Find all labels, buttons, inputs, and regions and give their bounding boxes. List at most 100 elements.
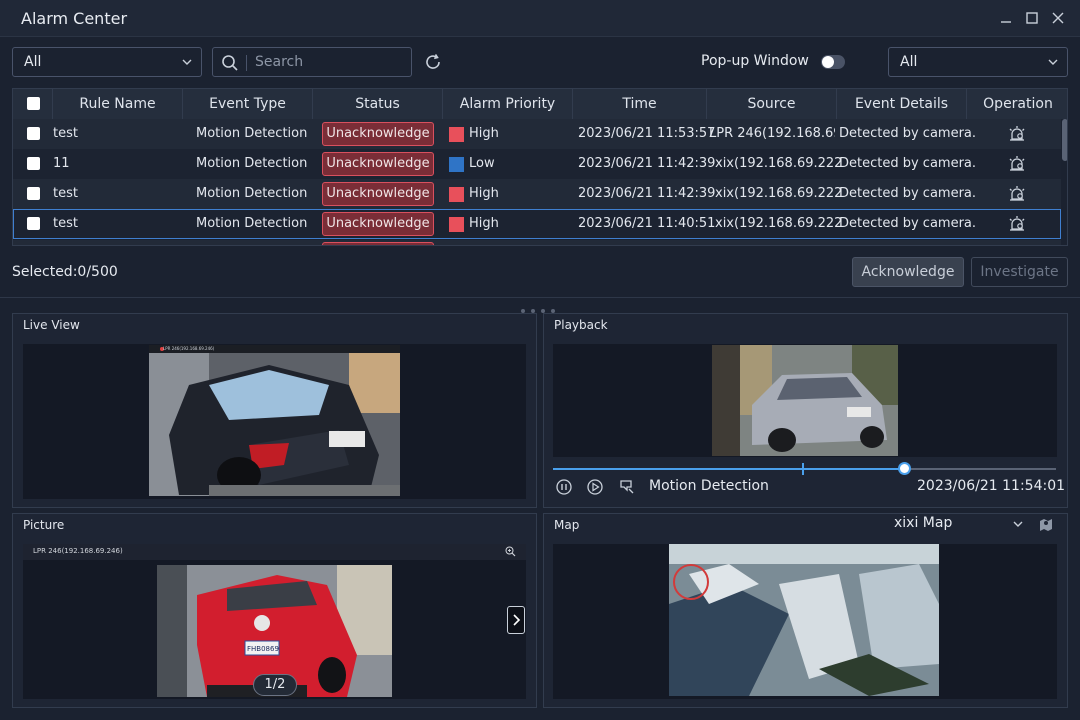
col-alarm-priority[interactable]: Alarm Priority — [443, 89, 573, 119]
filter-select-left-value: All — [24, 54, 42, 70]
maximize-button[interactable] — [1022, 8, 1042, 28]
playback-video[interactable] — [553, 344, 1057, 457]
cell-rule-name: test — [53, 186, 78, 201]
row-checkbox[interactable] — [27, 157, 40, 170]
timeline-event-marker — [802, 463, 804, 475]
map-viewer[interactable] — [553, 544, 1057, 699]
filter-select-right[interactable]: All — [888, 47, 1068, 77]
cell-source: xix(192.168.69.222) — [715, 216, 841, 231]
section-divider — [0, 297, 1080, 298]
status-badge: Unacknowledge — [322, 182, 434, 206]
table-row[interactable]: 11 Motion Detection Unacknowledge Low 20… — [13, 149, 1061, 179]
cell-priority: Low — [469, 156, 495, 171]
col-operation: Operation — [983, 96, 1053, 112]
search-box[interactable] — [212, 47, 412, 77]
playback-timeline[interactable] — [553, 462, 1056, 475]
playback-timestamp: 2023/06/21 11:54:01 — [917, 478, 1066, 494]
toolbar: All Pop-up Window All — [0, 37, 1080, 87]
status-badge: Unacknowledge — [322, 212, 434, 236]
acknowledge-button[interactable]: Acknowledge — [852, 257, 964, 287]
table-header: Rule Name Event Type Status Alarm Priori… — [13, 89, 1067, 119]
table-row-partial — [13, 240, 1061, 245]
popup-window-label: Pop-up Window — [701, 53, 809, 69]
col-time[interactable]: Time — [573, 89, 707, 119]
picture-camera-label: LPR 246(192.168.69.246) — [33, 547, 123, 555]
cell-priority: High — [469, 186, 499, 201]
picture-title: Picture — [23, 518, 65, 532]
live-car-image — [149, 345, 400, 496]
row-checkbox[interactable] — [27, 217, 40, 230]
pause-icon[interactable] — [555, 478, 573, 496]
priority-color-swatch — [449, 157, 464, 172]
investigate-button[interactable]: Investigate — [971, 257, 1068, 287]
playback-car-image — [712, 345, 898, 456]
table-scrollbar[interactable] — [1062, 119, 1067, 161]
col-rule-name[interactable]: Rule Name — [53, 89, 183, 119]
timeline-progress — [553, 468, 904, 470]
cell-event-details: Detected by camera. — [839, 186, 977, 201]
header-select-all-cell — [13, 89, 53, 119]
alarm-table: Rule Name Event Type Status Alarm Priori… — [12, 88, 1068, 246]
minimize-icon — [1001, 21, 1011, 23]
search-input[interactable] — [255, 52, 405, 72]
bookmark-icon[interactable] — [618, 478, 636, 496]
popup-window-toggle[interactable] — [821, 55, 845, 69]
map-title: Map — [554, 518, 580, 532]
chevron-down-icon[interactable] — [1012, 518, 1024, 530]
filter-select-left[interactable]: All — [12, 47, 202, 77]
picture-panel: Picture LPR 246(192.168.69.246) FHB0869 … — [12, 513, 537, 708]
play-icon[interactable] — [586, 478, 604, 496]
close-icon — [1052, 12, 1064, 24]
cell-event-type: Motion Detection — [196, 216, 308, 231]
priority-color-swatch — [449, 187, 464, 202]
map-location-icon[interactable] — [1038, 516, 1054, 532]
cell-rule-name: test — [53, 126, 78, 141]
picture-plate-text: FHB0869 — [247, 645, 279, 653]
zoom-in-icon[interactable] — [505, 546, 516, 557]
cell-source: xix(192.168.69.222) — [715, 186, 841, 201]
map-select-value[interactable]: xixi Map — [894, 515, 952, 531]
col-event-type[interactable]: Event Type — [183, 89, 313, 119]
cell-priority: High — [469, 216, 499, 231]
cell-event-type: Motion Detection — [196, 156, 308, 171]
filter-select-right-value: All — [900, 54, 918, 70]
status-badge: Unacknowledge — [322, 122, 434, 146]
live-view-title: Live View — [23, 318, 80, 332]
table-row[interactable]: test Motion Detection Unacknowledge High… — [13, 119, 1061, 149]
cell-priority: High — [469, 126, 499, 141]
next-picture-button[interactable] — [507, 606, 525, 634]
cell-time: 2023/06/21 11:42:39 — [578, 186, 716, 201]
select-all-checkbox[interactable] — [27, 97, 40, 110]
minimize-button[interactable] — [996, 8, 1016, 28]
cell-event-details: Detected by camera. — [839, 216, 977, 231]
alarm-handle-icon[interactable] — [1007, 125, 1027, 143]
live-view-video[interactable]: LPR 246(192.168.69.246) — [23, 344, 526, 499]
timeline-scrubber[interactable] — [898, 462, 911, 475]
alarm-handle-icon[interactable] — [1007, 155, 1027, 173]
status-badge-partial — [322, 242, 434, 245]
table-row[interactable]: test Motion Detection Unacknowledge High… — [13, 179, 1061, 209]
col-source[interactable]: Source — [707, 89, 837, 119]
row-checkbox[interactable] — [27, 127, 40, 140]
title-bar: Alarm Center — [0, 0, 1080, 37]
row-checkbox[interactable] — [27, 187, 40, 200]
cell-time: 2023/06/21 11:53:57 — [578, 126, 716, 141]
col-event-details[interactable]: Event Details — [837, 89, 967, 119]
alarm-handle-icon[interactable] — [1007, 215, 1027, 233]
chevron-down-icon — [1048, 59, 1058, 65]
resize-grip[interactable] — [521, 302, 561, 313]
alarm-handle-icon[interactable] — [1007, 185, 1027, 203]
close-button[interactable] — [1048, 8, 1068, 28]
refresh-icon[interactable] — [423, 52, 443, 72]
picture-page-indicator: 1/2 — [253, 674, 297, 696]
priority-color-swatch — [449, 127, 464, 142]
col-status[interactable]: Status — [313, 89, 443, 119]
priority-color-swatch — [449, 217, 464, 232]
chevron-down-icon — [182, 59, 192, 65]
cell-event-type: Motion Detection — [196, 126, 308, 141]
table-row[interactable]: test Motion Detection Unacknowledge High… — [13, 209, 1061, 239]
window-title: Alarm Center — [21, 9, 128, 28]
picture-viewer[interactable]: LPR 246(192.168.69.246) FHB0869 1/2 — [23, 544, 526, 699]
map-image — [669, 544, 939, 696]
cell-source: xix(192.168.69.222) — [715, 156, 841, 171]
